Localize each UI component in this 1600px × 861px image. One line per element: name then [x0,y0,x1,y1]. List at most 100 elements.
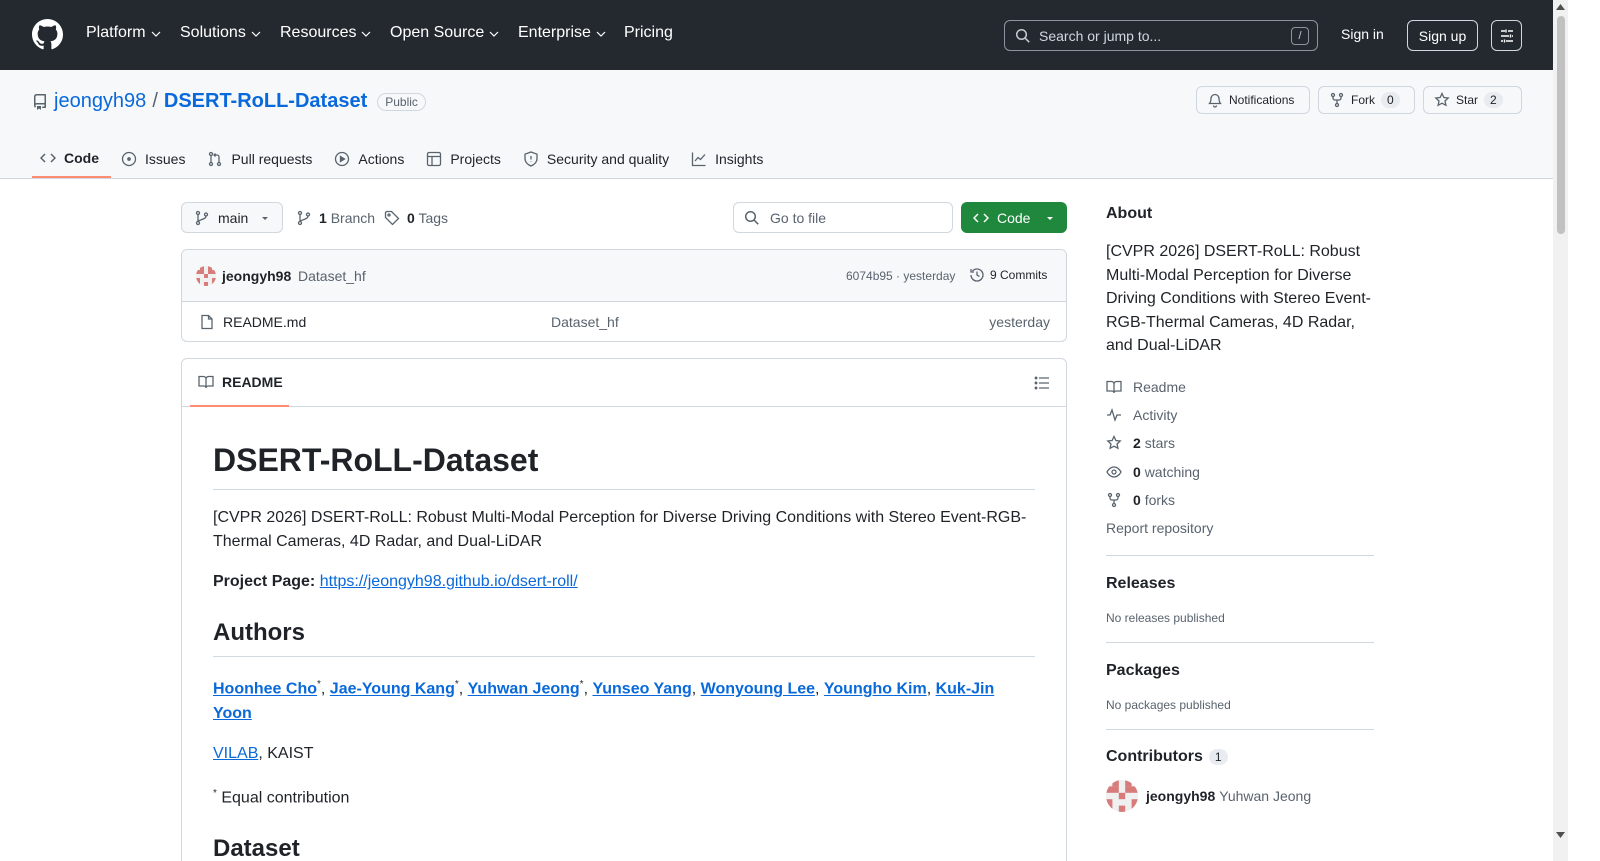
activity-link[interactable]: Activity [1106,401,1374,429]
author-link[interactable]: Hoonhee Cho [213,681,317,698]
contributors-heading[interactable]: Contributors [1106,748,1203,766]
tags-link[interactable]: 0 Tags [384,210,448,226]
about-heading: About [1106,205,1153,222]
commit-message-link[interactable]: Dataset_hf [298,268,366,284]
stars-link[interactable]: 2 stars [1106,429,1374,457]
nav-pricing-label: Pricing [624,24,673,41]
star-button[interactable]: Star 2 [1423,86,1522,114]
tag-count: 0 [407,210,415,226]
divider [1106,642,1374,644]
report-repository-link[interactable]: Report repository [1106,514,1374,542]
page-scrollbar[interactable] [1553,0,1568,861]
author-link[interactable]: Youngho Kim [824,681,927,698]
project-page-link[interactable]: https://jeongyh98.github.io/dsert-roll/ [320,573,578,590]
nav-enterprise[interactable]: Enterprise [518,24,606,42]
nav-open-source[interactable]: Open Source [390,24,499,42]
author-link[interactable]: Yuhwan Jeong [468,681,580,698]
about-description: [CVPR 2026] DSERT-RoLL: Robust Multi-Mod… [1106,243,1372,354]
global-search-input[interactable]: Search or jump to... / [1004,20,1318,51]
github-logo-icon[interactable] [32,19,63,50]
caret-down-icon [1047,216,1053,220]
avatar[interactable] [196,266,216,286]
tab-pull-requests[interactable]: Pull requests [199,140,324,178]
project-page-line: Project Page: https://jeongyh98.github.i… [213,570,1035,594]
forks-link[interactable]: 0 forks [1106,486,1374,514]
equal-mark: * [579,679,584,691]
file-commit-message-link[interactable]: Dataset_hf [551,314,619,330]
table-row: README.md Dataset_hf yesterday [182,302,1066,341]
pulse-icon [1107,407,1121,422]
lab-suffix: , KAIST [258,744,314,762]
tab-issues[interactable]: Issues [113,140,197,178]
nav-pricing[interactable]: Pricing [624,24,673,42]
tab-code[interactable]: Code [32,140,111,178]
commit-author-link[interactable]: jeongyh98 [222,268,291,284]
identicon-icon [1106,780,1138,813]
tab-actions[interactable]: Actions [326,140,416,178]
lab-link[interactable]: VILAB [213,745,258,762]
nav-resources[interactable]: Resources [280,24,371,42]
code-button-label: Code [997,209,1031,226]
branches-link[interactable]: 1 Branch [296,210,375,226]
divider [1106,555,1374,557]
scroll-up-arrow-icon[interactable] [1556,4,1565,10]
graph-icon [691,152,706,167]
releases-heading[interactable]: Releases [1106,575,1374,593]
tab-insights[interactable]: Insights [683,140,775,178]
readme-link-label: Readme [1133,378,1186,395]
sign-up-button[interactable]: Sign up [1407,20,1478,51]
fork-count: 0 [1381,92,1400,108]
readme-content: DSERT-RoLL-Dataset [CVPR 2026] DSERT-RoL… [213,407,1035,861]
branch-selector[interactable]: main [181,202,283,233]
file-name-link[interactable]: README.md [223,314,306,330]
avatar[interactable] [1106,780,1138,813]
repo-path-separator: / [152,90,158,112]
readme-link[interactable]: Readme [1106,373,1374,401]
commits-history-link[interactable]: 9 Commits [969,267,1047,283]
code-icon [40,153,56,163]
equal-mark: * [317,679,321,691]
affiliation-line: VILAB, KAIST [213,742,1035,766]
readme-tab[interactable]: README [190,359,289,407]
packages-heading[interactable]: Packages [1106,662,1374,680]
notifications-button[interactable]: Notifications [1196,86,1310,114]
chevron-down-icon [489,31,499,37]
watchers-link[interactable]: 0 watching [1106,457,1374,485]
nav-solutions[interactable]: Solutions [180,24,261,42]
repo-title: jeongyh98 / DSERT-RoLL-Dataset Public [32,90,426,113]
readme-tab-label: README [222,374,283,390]
author-link[interactable]: Jae-Young Kang [330,681,455,698]
contributor-item[interactable]: jeongyh98 Yuhwan Jeong [1106,780,1374,813]
code-dropdown-button[interactable]: Code [961,202,1067,233]
contributors-count: 1 [1208,749,1228,766]
commit-hash-time[interactable]: 6074b95 · yesterday [846,269,955,283]
tag-label: Tags [418,210,449,226]
star-count: 2 [1484,92,1503,108]
author-link[interactable]: Wonyoung Lee [701,681,815,698]
repo-name-link[interactable]: DSERT-RoLL-Dataset [164,90,367,113]
scroll-down-arrow-icon[interactable] [1556,832,1565,838]
play-circle-icon [335,151,350,167]
contributors-header: Contributors 1 [1106,748,1374,766]
nav-platform-label: Platform [86,24,146,41]
nav-platform[interactable]: Platform [86,24,161,42]
fork-button[interactable]: Fork 0 [1318,86,1415,114]
tab-projects-label: Projects [450,151,501,167]
scrollbar-thumb[interactable] [1557,16,1565,234]
go-to-file-input[interactable]: Go to file [733,202,953,233]
eye-icon [1106,465,1122,478]
repo-owner-link[interactable]: jeongyh98 [54,90,146,113]
tab-projects[interactable]: Projects [418,140,513,178]
author-link[interactable]: Yunseo Yang [592,681,691,698]
contributor-name: Yuhwan Jeong [1219,788,1312,805]
nav-open-source-label: Open Source [390,24,485,41]
file-icon [201,314,213,330]
tab-security[interactable]: Security and quality [515,140,681,178]
shield-icon [524,151,538,167]
contributor-login[interactable]: jeongyh98 [1146,788,1215,804]
packages-empty-text: No packages published [1106,698,1231,713]
settings-menu-button[interactable] [1491,20,1522,51]
sign-in-link[interactable]: Sign in [1341,26,1384,42]
list-unordered-icon[interactable] [1034,375,1050,391]
tab-actions-label: Actions [358,151,405,167]
